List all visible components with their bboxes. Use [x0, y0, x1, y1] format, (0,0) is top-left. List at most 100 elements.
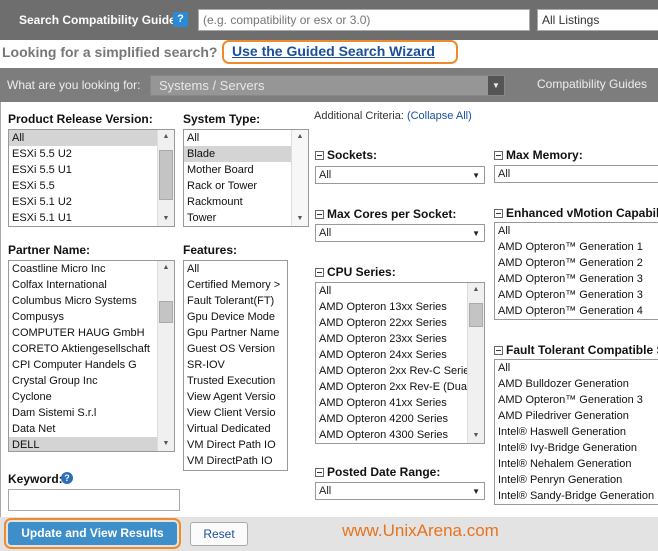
max-memory-header[interactable]: Max Memory: [494, 148, 583, 162]
list-item[interactable]: Rackmount [184, 194, 291, 210]
list-item[interactable]: Mother Board [184, 162, 291, 178]
collapse-icon[interactable] [315, 268, 324, 278]
list-item[interactable]: Certified Memory > [184, 277, 287, 293]
list-item[interactable]: All [9, 130, 157, 146]
max-memory-select[interactable]: All [494, 165, 658, 183]
list-item[interactable]: Virtual Dedicated [184, 421, 287, 437]
scroll-up-icon[interactable]: ▲ [158, 261, 174, 275]
max-cores-header[interactable]: Max Cores per Socket: [315, 207, 456, 221]
scroll-down-icon[interactable]: ▼ [292, 212, 308, 226]
list-item[interactable]: Columbus Micro Systems [9, 293, 157, 309]
list-item[interactable]: Intel® Haswell Generation [495, 424, 658, 440]
list-item[interactable]: VM Direct Path IO [184, 437, 287, 453]
posted-date-header[interactable]: Posted Date Range: [315, 465, 440, 479]
list-item[interactable]: All [316, 283, 467, 299]
partner-name-listbox[interactable]: Coastline Micro Inc Colfax International… [8, 260, 175, 452]
evc-listbox[interactable]: All AMD Opteron™ Generation 1 AMD Optero… [494, 222, 658, 320]
scroll-up-icon[interactable]: ▲ [158, 130, 174, 144]
list-item[interactable]: AMD Opteron™ Generation 2 [495, 255, 658, 271]
list-item[interactable]: All [495, 223, 658, 239]
fault-tolerant-listbox[interactable]: All AMD Bulldozer Generation AMD Opteron… [494, 359, 658, 505]
collapse-icon[interactable] [494, 209, 503, 219]
list-item[interactable]: AMD Opteron 23xx Series [316, 331, 467, 347]
scrollbar-thumb[interactable] [159, 150, 173, 200]
list-item[interactable]: Cyclone [9, 389, 157, 405]
keyword-input[interactable] [8, 489, 180, 511]
list-item[interactable]: AMD Bulldozer Generation [495, 376, 658, 392]
scrollbar[interactable]: ▲ ▼ [291, 130, 308, 226]
list-item[interactable]: Trusted Execution [184, 373, 287, 389]
fault-tolerant-header[interactable]: Fault Tolerant Compatible Sets: [494, 343, 658, 357]
scroll-up-icon[interactable]: ▲ [292, 130, 308, 144]
compatibility-guides-menu[interactable]: Compatibility Guides [537, 77, 647, 91]
list-item[interactable]: Compusys [9, 309, 157, 325]
list-item[interactable]: AMD Opteron 2xx Rev-C Series [316, 363, 467, 379]
list-item[interactable]: Coastline Micro Inc [9, 261, 157, 277]
list-item[interactable]: View Client Versio [184, 405, 287, 421]
list-item[interactable]: Gpu Partner Name [184, 325, 287, 341]
list-item[interactable]: Intel® Ivy-Bridge Generation [495, 440, 658, 456]
list-item[interactable]: AMD Opteron™ Generation 3 [495, 287, 658, 303]
list-item[interactable]: Data Net [9, 421, 157, 437]
list-item[interactable]: AMD Opteron 4200 Series [316, 411, 467, 427]
list-item[interactable]: ESXi 5.5 U1 [9, 162, 157, 178]
list-item[interactable]: DELL [9, 437, 157, 451]
posted-date-select[interactable]: All ▼ [315, 482, 485, 500]
system-type-listbox[interactable]: All Blade Mother Board Rack or Tower Rac… [183, 129, 309, 227]
cpu-series-header[interactable]: CPU Series: [315, 265, 396, 279]
list-item[interactable]: Tower [184, 210, 291, 226]
collapse-all-link[interactable]: (Collapse All) [407, 110, 472, 122]
list-item[interactable]: View Agent Versio [184, 389, 287, 405]
list-item[interactable]: AMD Piledriver Generation [495, 408, 658, 424]
help-icon[interactable]: ? [173, 12, 188, 27]
list-item[interactable]: AMD Opteron 4300 Series [316, 427, 467, 443]
collapse-icon[interactable] [315, 151, 324, 161]
list-item[interactable]: VM DirectPath IO [184, 453, 287, 469]
list-item[interactable]: CPI Computer Handels G [9, 357, 157, 373]
list-item[interactable]: AMD Opteron 2xx Rev-E (Dual Core) [316, 379, 467, 395]
scroll-down-icon[interactable]: ▼ [158, 212, 174, 226]
features-listbox[interactable]: All Certified Memory > Fault Tolerant(FT… [183, 260, 288, 471]
listing-select[interactable]: All Listings [537, 9, 658, 31]
category-select[interactable]: Systems / Servers ▼ [150, 75, 505, 96]
list-item[interactable]: COMPUTER HAUG GmbH [9, 325, 157, 341]
max-cores-select[interactable]: All ▼ [315, 224, 485, 242]
reset-button[interactable]: Reset [190, 522, 248, 546]
scrollbar-thumb[interactable] [469, 303, 483, 327]
collapse-icon[interactable] [494, 346, 503, 356]
list-item[interactable]: AMD Opteron™ Generation 3 [495, 392, 658, 408]
list-item[interactable]: Fault Tolerant(FT) [184, 293, 287, 309]
sockets-select[interactable]: All ▼ [315, 166, 485, 184]
list-item[interactable]: Colfax International [9, 277, 157, 293]
list-item[interactable]: Crystal Group Inc [9, 373, 157, 389]
scrollbar-thumb[interactable] [159, 301, 173, 323]
list-item[interactable]: AMD Opteron 22xx Series [316, 315, 467, 331]
list-item[interactable]: AMD Opteron™ Generation 3 [495, 271, 658, 287]
list-item[interactable]: AMD Opteron™ Generation 1 [495, 239, 658, 255]
scrollbar[interactable]: ▲ ▼ [157, 130, 174, 226]
update-results-button[interactable]: Update and View Results [4, 518, 181, 549]
list-item[interactable]: Gpu Device Mode [184, 309, 287, 325]
list-item[interactable]: AMD Opteron 41xx Series [316, 395, 467, 411]
list-item[interactable]: AMD Opteron™ Generation 4 [495, 303, 658, 319]
product-release-listbox[interactable]: All ESXi 5.5 U2 ESXi 5.5 U1 ESXi 5.5 ESX… [8, 129, 175, 227]
list-item[interactable]: ESXi 5.5 U2 [9, 146, 157, 162]
list-item[interactable]: ESXi 5.1 U2 [9, 194, 157, 210]
list-item[interactable]: ESXi 5.5 [9, 178, 157, 194]
list-item[interactable]: Intel® Penryn Generation [495, 472, 658, 488]
guided-search-wizard-link[interactable]: Use the Guided Search Wizard [222, 40, 458, 64]
list-item[interactable]: Rack or Tower [184, 178, 291, 194]
list-item[interactable]: Intel® Nehalem Generation [495, 456, 658, 472]
scrollbar[interactable]: ▲ ▼ [157, 261, 174, 451]
scroll-down-icon[interactable]: ▼ [158, 437, 174, 451]
scroll-down-icon[interactable]: ▼ [468, 429, 484, 443]
list-item[interactable]: All [184, 130, 291, 146]
collapse-icon[interactable] [315, 468, 324, 478]
list-item[interactable]: AMD Opteron 24xx Series [316, 347, 467, 363]
cpu-series-listbox[interactable]: All AMD Opteron 13xx Series AMD Opteron … [315, 282, 485, 444]
collapse-icon[interactable] [494, 151, 503, 161]
scroll-up-icon[interactable]: ▲ [468, 283, 484, 297]
evc-header[interactable]: Enhanced vMotion Capabilities: [494, 206, 658, 220]
list-item[interactable]: CORETO Aktiengesellschaft [9, 341, 157, 357]
list-item[interactable]: Blade [184, 146, 291, 162]
